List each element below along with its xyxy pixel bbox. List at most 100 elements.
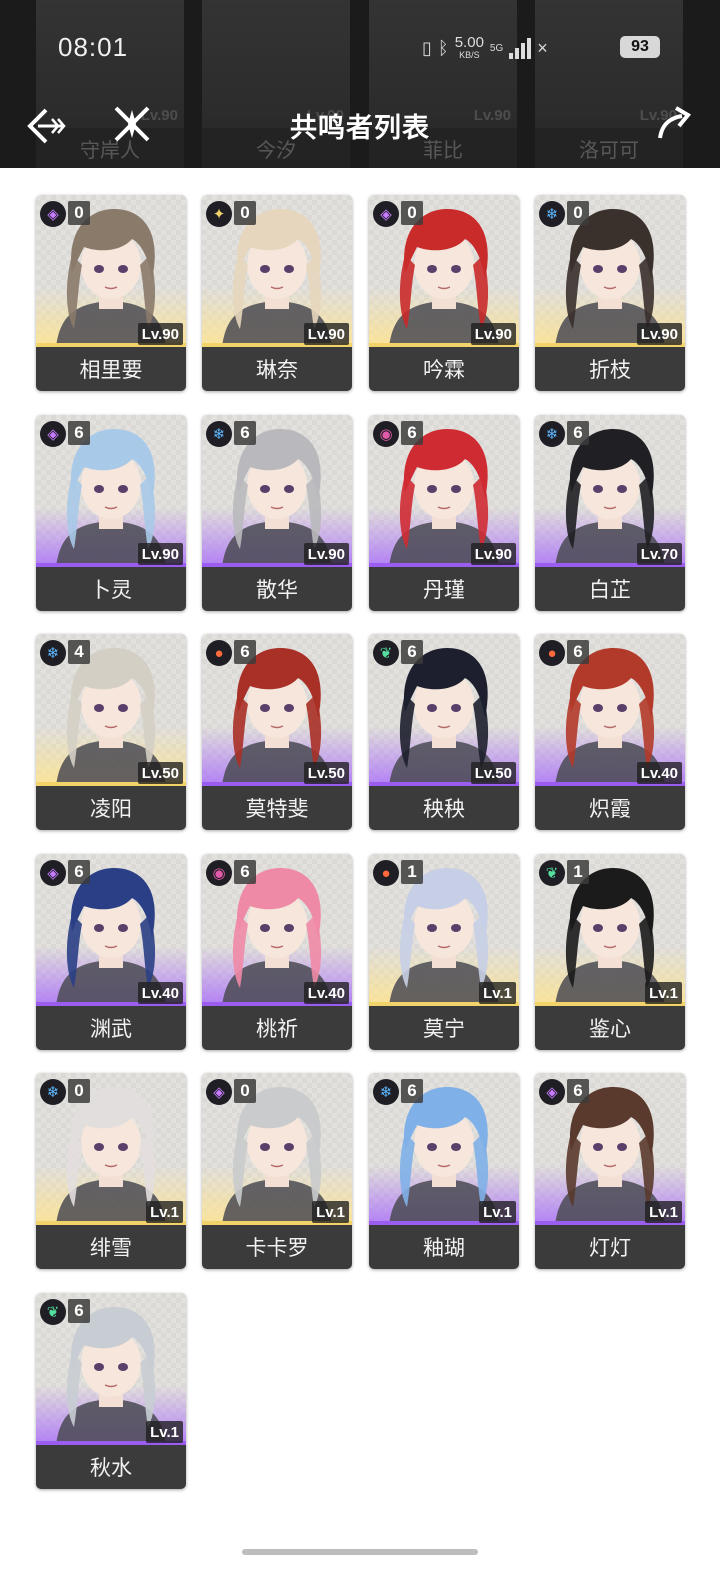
level-badge: Lv.40 [303,982,349,1004]
level-badge: Lv.90 [470,323,516,345]
character-name: 渊武 [36,1006,186,1050]
vibrate-icon: ▯ [422,37,432,58]
character-name: 灯灯 [535,1225,685,1269]
sequence-badge: 0 [567,201,589,225]
net-speed: 5.00 KB/S [454,34,484,60]
spectro-icon: ✦ [206,201,232,227]
level-badge: Lv.90 [137,323,183,345]
character-card[interactable]: ✦ 0 Lv.90 琳奈 [202,195,352,391]
level-badge: Lv.90 [470,543,516,565]
character-card[interactable]: ◉ 6 Lv.90 丹瑾 [369,415,519,611]
character-name: 秋水 [36,1445,186,1489]
sequence-badge: 0 [68,1079,90,1103]
net-speed-unit: KB/S [459,50,480,60]
character-card[interactable]: ● 1 Lv.1 莫宁 [369,854,519,1050]
status-bar: 08:01 ▯ ᛒ 5.00 KB/S 5G × 93 [0,26,720,70]
nav-bar: 共鸣者列表 [0,96,720,156]
character-card[interactable]: ❄ 6 Lv.1 釉瑚 [369,1073,519,1269]
sequence-badge: 6 [567,640,589,664]
havoc-icon: ◈ [40,201,66,227]
electro-icon: ◈ [40,860,66,886]
havoc-icon: ◉ [206,860,232,886]
electro-icon: ◈ [373,201,399,227]
character-card[interactable]: ❦ 6 Lv.1 秋水 [36,1293,186,1489]
character-name: 釉瑚 [369,1225,519,1269]
top-header: Lv.90 守岸人 Lv.90 今汐 Lv.90 菲比 Lv.90 洛可可 08… [0,0,720,168]
sequence-badge: 6 [401,421,423,445]
character-card[interactable]: ❄ 0 Lv.90 折枝 [535,195,685,391]
home-indicator[interactable] [242,1549,478,1555]
character-card[interactable]: ◉ 6 Lv.40 桃祈 [202,854,352,1050]
character-card[interactable]: ❄ 6 Lv.70 白芷 [535,415,685,611]
sequence-badge: 4 [68,640,90,664]
level-badge: Lv.1 [312,1201,349,1223]
havoc-icon: ◉ [373,421,399,447]
status-icons: ▯ ᛒ 5.00 KB/S 5G × [422,32,548,64]
glacio-icon: ❄ [206,421,232,447]
sequence-badge: 6 [234,640,256,664]
character-name: 绯雪 [36,1225,186,1269]
glacio-icon: ❄ [539,421,565,447]
character-card[interactable]: ❦ 1 Lv.1 鉴心 [535,854,685,1050]
net-speed-value: 5.00 [454,34,484,51]
share-arrow-icon [658,106,692,139]
sequence-badge: 0 [234,1079,256,1103]
level-badge: Lv.1 [645,1201,682,1223]
level-badge: Lv.40 [636,762,682,784]
electro-icon: ◈ [539,1079,565,1105]
character-name: 莫特斐 [202,786,352,830]
character-name: 鉴心 [535,1006,685,1050]
sequence-badge: 6 [234,421,256,445]
sequence-badge: 6 [68,860,90,884]
character-card[interactable]: ❄ 0 Lv.1 绯雪 [36,1073,186,1269]
character-card[interactable]: ◈ 0 Lv.90 相里要 [36,195,186,391]
character-name: 桃祈 [202,1006,352,1050]
sequence-badge: 6 [68,1299,90,1323]
glacio-icon: ❄ [373,1079,399,1105]
fusion-icon: ● [539,640,565,666]
level-badge: Lv.90 [303,543,349,565]
level-badge: Lv.1 [479,982,516,1004]
fusion-icon: ● [373,860,399,886]
character-name: 凌阳 [36,786,186,830]
level-badge: Lv.90 [303,323,349,345]
character-card[interactable]: ❄ 4 Lv.50 凌阳 [36,634,186,830]
sequence-badge: 1 [401,860,423,884]
sequence-badge: 6 [567,1079,589,1103]
character-grid: ◈ 0 Lv.90 相里要 ✦ 0 Lv.90 琳奈 ◈ 0 Lv.90 吟霖 ❄ 0 Lv.90 折枝 ◈ 6 L… [0,0,720,1569]
sequence-badge: 0 [234,201,256,225]
glacio-icon: ❄ [539,201,565,227]
character-name: 相里要 [36,347,186,391]
character-card[interactable]: ● 6 Lv.50 莫特斐 [202,634,352,830]
character-name: 白芷 [535,567,685,611]
aero-icon: ❦ [373,640,399,666]
electro-icon: ◈ [206,1079,232,1105]
sequence-badge: 6 [567,421,589,445]
page-title: 共鸣者列表 [290,113,430,143]
level-badge: Lv.40 [137,982,183,1004]
character-card[interactable]: ◈ 6 Lv.40 渊武 [36,854,186,1050]
battery-indicator: 93 [620,36,660,58]
aero-icon: ❦ [539,860,565,886]
character-card[interactable]: ◈ 0 Lv.90 吟霖 [369,195,519,391]
character-card[interactable]: ❄ 6 Lv.90 散华 [202,415,352,611]
character-card[interactable]: ◈ 6 Lv.90 卜灵 [36,415,186,611]
character-card[interactable]: ◈ 6 Lv.1 灯灯 [535,1073,685,1269]
fusion-icon: ● [206,640,232,666]
character-card[interactable]: ◈ 0 Lv.1 卡卡罗 [202,1073,352,1269]
character-name: 卡卡罗 [202,1225,352,1269]
electro-icon: ◈ [40,421,66,447]
sequence-badge: 6 [68,421,90,445]
level-badge: Lv.1 [146,1421,183,1443]
character-name: 卜灵 [36,567,186,611]
bluetooth-icon: ᛒ [437,37,449,58]
character-name: 折枝 [535,347,685,391]
character-name: 吟霖 [369,347,519,391]
character-name: 秧秧 [369,786,519,830]
sequence-badge: 6 [401,1079,423,1103]
level-badge: Lv.1 [479,1201,516,1223]
share-button[interactable] [654,104,694,144]
character-card[interactable]: ● 6 Lv.40 炽霞 [535,634,685,830]
character-card[interactable]: ❦ 6 Lv.50 秧秧 [369,634,519,830]
signal-x-icon: × [537,37,548,58]
